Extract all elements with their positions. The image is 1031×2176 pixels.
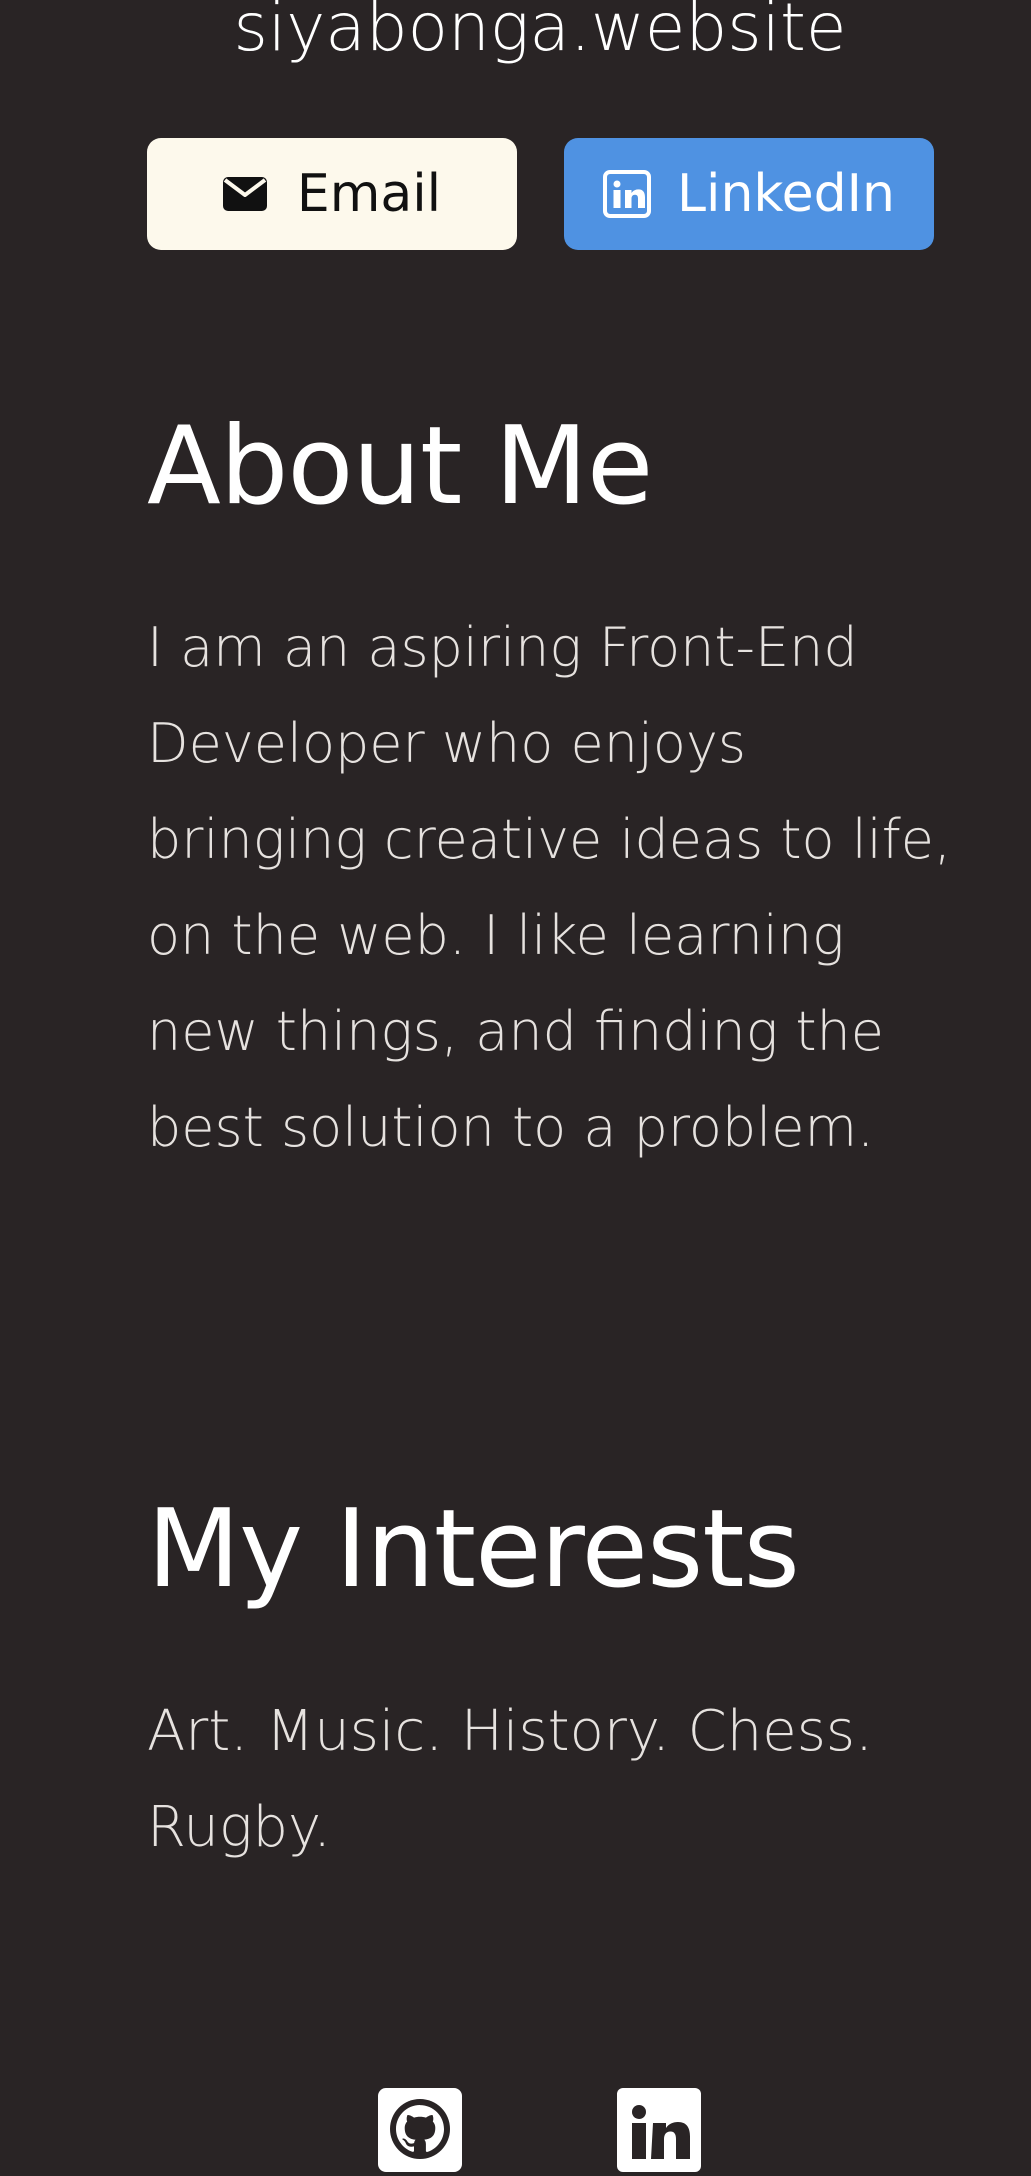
linkedin-icon[interactable] (617, 2088, 701, 2172)
interests-paragraph: Art. Music. History. Chess. Rugby. (147, 1699, 873, 1860)
site-name: siyabonga.website (233, 0, 847, 66)
linkedin-icon (603, 170, 652, 218)
email-button[interactable]: Email (147, 138, 517, 250)
envelope-icon (222, 177, 267, 211)
about-heading: About Me (147, 404, 653, 529)
about-paragraph: I am an aspiring Front-End Developer who… (147, 616, 952, 1159)
interests-heading: My Interests (147, 1487, 800, 1612)
github-icon[interactable] (378, 2088, 462, 2172)
linkedin-button[interactable]: LinkedIn (564, 138, 934, 250)
linkedin-button-label: LinkedIn (677, 164, 895, 224)
email-button-label: Email (296, 164, 442, 224)
